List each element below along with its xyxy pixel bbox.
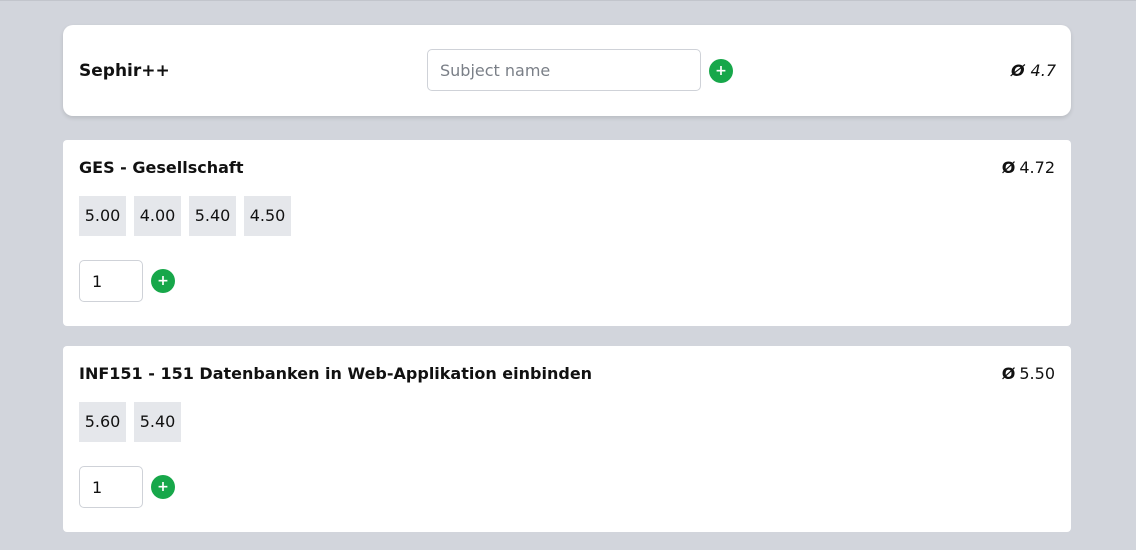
subject-name-input[interactable] [427, 49, 701, 91]
grade-input[interactable] [79, 260, 143, 302]
subject-card: GES - Gesellschaft Ø 4.72 5.00 4.00 5.40 … [63, 140, 1071, 326]
grade-chip[interactable]: 4.50 [244, 196, 291, 236]
plus-icon: + [715, 63, 727, 79]
subject-average: Ø 5.50 [1002, 364, 1055, 384]
grade-list: 5.60 5.40 [79, 402, 181, 442]
add-grade-button[interactable]: + [151, 269, 175, 293]
plus-icon: + [157, 273, 169, 289]
subject-card: INF151 - 151 Datenbanken in Web-Applikat… [63, 346, 1071, 532]
average-symbol: Ø [1001, 364, 1016, 383]
app-title: Sephir++ [79, 61, 170, 81]
grade-chip[interactable]: 4.00 [134, 196, 181, 236]
grade-chip[interactable]: 5.60 [79, 402, 126, 442]
subject-average: Ø 4.72 [1002, 158, 1055, 178]
subject-average-value: 5.50 [1019, 364, 1055, 383]
subject-title: INF151 - 151 Datenbanken in Web-Applikat… [79, 364, 593, 383]
plus-icon: + [157, 479, 169, 495]
grade-chip[interactable]: 5.00 [79, 196, 126, 236]
overall-average: Ø 4.7 [1011, 61, 1056, 81]
grade-chip[interactable]: 5.40 [189, 196, 236, 236]
grade-input[interactable] [79, 466, 143, 508]
add-subject-button[interactable]: + [709, 59, 733, 83]
grade-list: 5.00 4.00 5.40 4.50 [79, 196, 291, 236]
overall-average-value: 4.7 [1030, 61, 1056, 80]
grade-chip[interactable]: 5.40 [134, 402, 181, 442]
header-card: Sephir++ + Ø 4.7 [63, 25, 1071, 116]
subject-average-value: 4.72 [1019, 158, 1055, 177]
average-symbol: Ø [1001, 158, 1016, 177]
app: Sephir++ + Ø4.7 GES - Gesellschaft Ø4.72… [0, 1, 1136, 550]
average-symbol: Ø [1010, 61, 1025, 80]
subject-title: GES - Gesellschaft [79, 158, 244, 177]
add-grade-button[interactable]: + [151, 475, 175, 499]
